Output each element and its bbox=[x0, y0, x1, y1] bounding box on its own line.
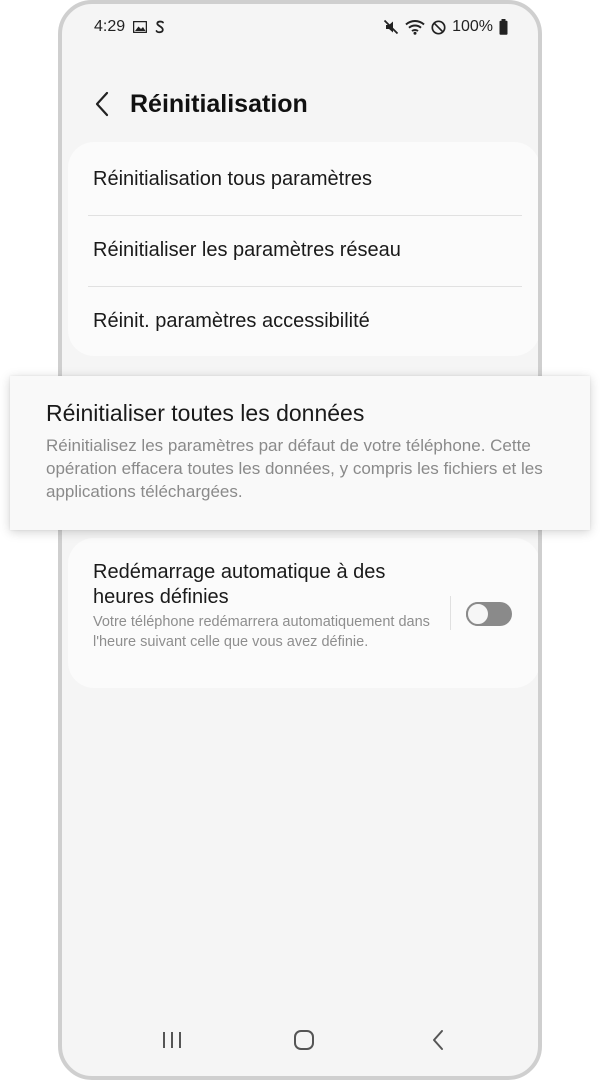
reset-all-settings-item[interactable]: Réinitialisation tous paramètres bbox=[93, 144, 518, 215]
home-button[interactable] bbox=[284, 1026, 324, 1058]
nav-back-button[interactable] bbox=[418, 1026, 458, 1058]
app-header: Réinitialisation bbox=[62, 84, 538, 128]
do-not-disturb-icon bbox=[431, 19, 446, 35]
menu-item-label: Réinit. paramètres accessibilité bbox=[93, 310, 370, 332]
recents-icon bbox=[161, 1031, 183, 1054]
phone-frame: 4:29 100% Réinitialisation Réinitialisat… bbox=[58, 0, 542, 1080]
recents-button[interactable] bbox=[152, 1026, 192, 1058]
back-button[interactable] bbox=[88, 88, 116, 124]
wifi-icon bbox=[405, 19, 425, 35]
reset-all-data-description: Réinitialisez les paramètres par défaut … bbox=[46, 436, 543, 501]
home-icon bbox=[293, 1029, 315, 1056]
auto-restart-title[interactable]: Redémarrage automatique à des heures déf… bbox=[93, 560, 433, 610]
back-icon bbox=[431, 1029, 445, 1056]
auto-restart-toggle[interactable] bbox=[466, 602, 512, 626]
menu-item-label: Réinitialiser les paramètres réseau bbox=[93, 239, 401, 261]
reset-network-settings-item[interactable]: Réinitialiser les paramètres réseau bbox=[93, 215, 518, 286]
page-title: Réinitialisation bbox=[130, 90, 308, 118]
battery-icon bbox=[499, 19, 508, 35]
mute-icon bbox=[383, 19, 399, 35]
vertical-divider bbox=[450, 596, 451, 630]
menu-item-label: Réinitialisation tous paramètres bbox=[93, 168, 373, 190]
reset-accessibility-settings-item[interactable]: Réinit. paramètres accessibilité bbox=[93, 286, 518, 357]
auto-restart-card: Redémarrage automatique à des heures déf… bbox=[68, 538, 538, 688]
chevron-left-icon bbox=[94, 91, 110, 122]
battery-percent: 100% bbox=[452, 18, 493, 35]
s-app-icon bbox=[155, 20, 165, 34]
reset-all-data-item[interactable]: Réinitialiser toutes les données Réiniti… bbox=[10, 376, 590, 530]
status-bar: 4:29 100% bbox=[62, 18, 538, 44]
reset-all-data-title: Réinitialiser toutes les données bbox=[46, 400, 365, 426]
gallery-icon bbox=[133, 21, 148, 33]
toggle-knob bbox=[466, 602, 490, 626]
navigation-bar bbox=[62, 1022, 538, 1062]
reset-options-card: Réinitialisation tous paramètres Réiniti… bbox=[68, 142, 538, 357]
status-time: 4:29 bbox=[94, 18, 126, 35]
auto-restart-description: Votre téléphone redémarrera automatiquem… bbox=[93, 614, 430, 650]
